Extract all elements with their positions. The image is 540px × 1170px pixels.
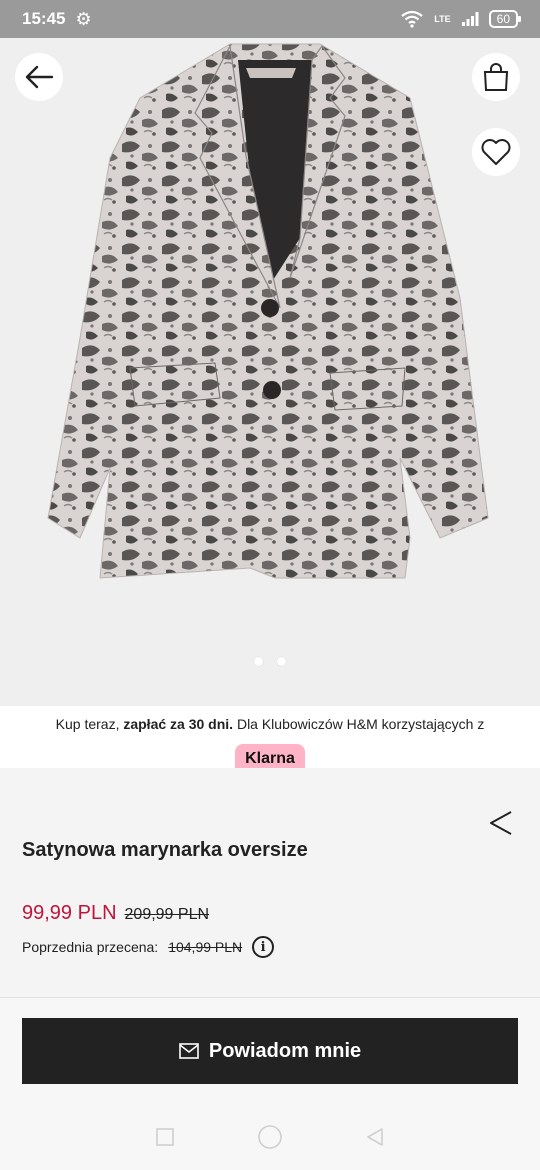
footer-bar: Powiadom mnie — [0, 998, 540, 1170]
product-image — [47, 43, 489, 579]
previous-price-row: Poprzednia przecena: 104,99 PLN i — [22, 936, 275, 958]
favorite-button[interactable] — [472, 128, 520, 176]
previous-price-label: Poprzednia przecena: — [22, 939, 159, 955]
heart-icon — [481, 139, 511, 165]
product-info: Satynowa marynarka oversize 99,99 PLN 20… — [0, 768, 540, 998]
carousel-dot[interactable] — [277, 657, 286, 666]
product-image-carousel[interactable] — [0, 38, 540, 706]
notify-label: Powiadom mnie — [208, 1039, 362, 1062]
shopping-bag-button[interactable] — [472, 53, 520, 101]
envelope-icon — [179, 1043, 199, 1059]
network-type: LTE — [434, 14, 451, 24]
carousel-dots — [0, 657, 540, 666]
info-icon[interactable]: i — [252, 936, 275, 958]
promo-text: Kup teraz, zapłać za 30 dni. Dla Klubowi… — [0, 716, 540, 732]
price-current: 99,99 PLN — [22, 902, 117, 924]
klarna-promo-banner: Kup teraz, zapłać za 30 dni. Dla Klubowi… — [0, 706, 540, 768]
android-nav-bar — [0, 1122, 540, 1152]
back-button[interactable] — [15, 53, 63, 101]
status-time: 15:45 — [22, 9, 66, 28]
status-bar: 15:45 ⚙ LTE 60 — [0, 0, 540, 38]
battery-indicator: 60 — [488, 10, 522, 28]
wifi-icon — [401, 10, 423, 28]
share-button[interactable] — [486, 808, 516, 843]
status-indicators: LTE 60 — [400, 10, 522, 28]
promo-suffix: Dla Klubowiczów H&M korzystających z — [233, 716, 485, 732]
settings-gear-icon: ⚙ — [75, 8, 92, 29]
home-icon[interactable] — [257, 1124, 283, 1150]
notify-me-button[interactable]: Powiadom mnie — [22, 1018, 518, 1084]
previous-price: 104,99 PLN — [168, 939, 243, 955]
recent-apps-icon[interactable] — [155, 1127, 175, 1147]
promo-bold: zapłać za 30 dni. — [123, 716, 234, 732]
shopping-bag-icon — [483, 63, 509, 91]
price-row: 99,99 PLN 209,99 PLN — [22, 902, 209, 925]
klarna-logo: Klarna — [235, 744, 305, 768]
carousel-dot[interactable] — [254, 657, 263, 666]
share-icon — [490, 811, 512, 835]
product-title: Satynowa marynarka oversize — [22, 839, 308, 861]
back-triangle-icon[interactable] — [365, 1127, 385, 1147]
price-original: 209,99 PLN — [124, 906, 210, 923]
arrow-left-icon — [25, 65, 54, 89]
promo-prefix: Kup teraz, — [55, 716, 124, 732]
signal-icon — [461, 12, 479, 26]
